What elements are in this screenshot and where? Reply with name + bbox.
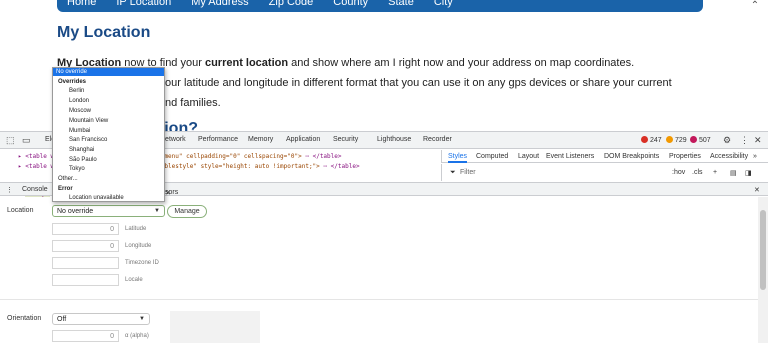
tab-layout[interactable]: Layout: [518, 153, 539, 160]
tab-properties[interactable]: Properties: [669, 153, 701, 160]
tab-computed[interactable]: Computed: [476, 153, 508, 160]
device-toolbar-icon[interactable]: ▭: [22, 135, 31, 146]
option-city[interactable]: Tokyo: [53, 165, 164, 173]
cls-toggle[interactable]: .cls: [692, 169, 703, 176]
tab-lighthouse[interactable]: Lighthouse: [377, 136, 411, 143]
option-no-override[interactable]: No override: [53, 68, 164, 76]
collapsed-ellipsis[interactable]: ⋯: [323, 163, 327, 170]
location-select[interactable]: No override ▼: [52, 205, 165, 217]
paragraph-line-2: our latitude and longitude in different …: [165, 77, 672, 89]
tab-memory[interactable]: Memory: [248, 136, 273, 143]
nav-link-home[interactable]: Home: [67, 0, 96, 12]
site-nav-bar: Home IP Location My Address Zip Code Cou…: [57, 0, 703, 12]
styles-tab-bar: Styles Computed Layout Event Listeners D…: [441, 150, 768, 163]
alpha-input[interactable]: 0: [52, 330, 119, 342]
page-title: My Location: [57, 24, 151, 41]
option-city[interactable]: San Francisco: [53, 136, 164, 144]
issue-icon: [690, 136, 697, 143]
tab-security[interactable]: Security: [333, 136, 358, 143]
chevron-double-right-icon[interactable]: »: [753, 153, 757, 160]
collapsed-ellipsis[interactable]: ⋯: [305, 153, 309, 160]
scrollbar-thumb[interactable]: [760, 210, 766, 290]
gear-icon[interactable]: ⚙: [723, 135, 731, 146]
location-dropdown-list: No override Overrides Berlin London Mosc…: [52, 67, 165, 202]
error-icon: [641, 136, 648, 143]
orientation-label: Orientation: [7, 315, 42, 322]
add-rule-icon[interactable]: +: [713, 169, 717, 176]
chevron-down-icon: ▼: [139, 316, 145, 322]
more-options-icon[interactable]: ⋮: [740, 135, 749, 146]
warning-icon: [666, 136, 673, 143]
orientation-preview: [170, 311, 260, 343]
paragraph-line-3: nd families.: [165, 97, 221, 109]
nav-link-ip-location[interactable]: IP Location: [116, 0, 171, 12]
intro-bold-2: current location: [204, 57, 289, 69]
latitude-input[interactable]: 0: [52, 223, 119, 235]
orientation-select[interactable]: Off ▼: [52, 313, 150, 325]
tab-console[interactable]: Console: [22, 186, 48, 193]
filter-input[interactable]: Filter: [460, 169, 476, 176]
timezone-input[interactable]: [52, 257, 119, 269]
longitude-input[interactable]: 0: [52, 240, 119, 252]
tab-accessibility[interactable]: Accessibility: [710, 153, 748, 160]
longitude-label: Longitude: [125, 243, 152, 249]
close-drawer-icon[interactable]: ✕: [754, 186, 760, 194]
tab-application[interactable]: Application: [286, 136, 320, 143]
error-count-badge[interactable]: 247: [641, 136, 662, 144]
nav-link-state[interactable]: State: [388, 0, 414, 12]
latitude-label: Latitude: [125, 226, 147, 232]
option-city[interactable]: Mumbai: [53, 127, 164, 135]
browser-viewport: Home IP Location My Address Zip Code Cou…: [0, 0, 768, 343]
chevron-down-icon: ▼: [154, 208, 160, 214]
drawer-menu-icon[interactable]: ⋮: [6, 186, 13, 194]
alpha-label: α (alpha): [125, 333, 149, 339]
option-city[interactable]: London: [53, 97, 164, 105]
option-city[interactable]: Mountain View: [53, 117, 164, 125]
dom-node-attrs[interactable]: ="tablestyle" style="height: auto !impor…: [150, 163, 360, 170]
section-divider: [0, 299, 758, 300]
tab-styles[interactable]: Styles: [448, 153, 468, 163]
close-icon[interactable]: ✕: [165, 189, 171, 197]
nav-link-county[interactable]: County: [333, 0, 368, 12]
tab-recorder[interactable]: Recorder: [423, 136, 452, 143]
paint-icon[interactable]: ▤: [730, 169, 737, 177]
filter-icon: ⏷: [450, 169, 456, 176]
manage-button[interactable]: Manage: [167, 205, 207, 218]
option-city[interactable]: Moscow: [53, 107, 164, 115]
tab-performance[interactable]: Performance: [198, 136, 238, 143]
option-city[interactable]: Shanghai: [53, 146, 164, 154]
dom-node[interactable]: ▸ <table w: [18, 153, 54, 160]
nav-link-zip-code[interactable]: Zip Code: [269, 0, 314, 12]
optgroup-error: Error: [58, 186, 73, 192]
issue-count-badge[interactable]: 507: [690, 136, 711, 144]
option-location-unavailable[interactable]: Location unavailable: [53, 194, 164, 202]
intro-text-2: and show where am I right now and your a…: [288, 57, 635, 69]
dom-node-attrs[interactable]: ss="menu" cellpadding="0" cellspacing="0…: [150, 153, 342, 160]
hov-toggle[interactable]: :hov: [672, 169, 685, 176]
option-other[interactable]: Other...: [53, 175, 164, 183]
nav-link-my-address[interactable]: My Address: [191, 0, 248, 12]
locale-input[interactable]: [52, 274, 119, 286]
locale-label: Locale: [125, 277, 143, 283]
styles-filter-bar: ⏷ Filter :hov .cls + ▤ ◨: [441, 164, 768, 181]
option-city[interactable]: Berlin: [53, 87, 164, 95]
optgroup-overrides: Overrides: [58, 79, 87, 85]
tab-event-listeners[interactable]: Event Listeners: [546, 153, 594, 160]
option-city[interactable]: São Paulo: [53, 156, 164, 164]
nav-link-city[interactable]: City: [434, 0, 453, 12]
location-label: Location: [7, 207, 34, 214]
dom-node[interactable]: ▸ <table w: [18, 163, 54, 170]
sidebar-toggle-icon[interactable]: ◨: [745, 169, 752, 177]
tab-dom-breakpoints[interactable]: DOM Breakpoints: [604, 153, 659, 160]
sensors-panel: Location No override ▼ Manage 0 Latitude …: [0, 197, 758, 343]
inspect-icon[interactable]: ⬚: [6, 135, 15, 146]
timezone-label: Timezone ID: [125, 260, 159, 266]
close-icon[interactable]: ✕: [754, 135, 762, 146]
warning-count-badge[interactable]: 729: [666, 136, 687, 144]
chevron-up-icon[interactable]: ⌃: [748, 0, 762, 12]
